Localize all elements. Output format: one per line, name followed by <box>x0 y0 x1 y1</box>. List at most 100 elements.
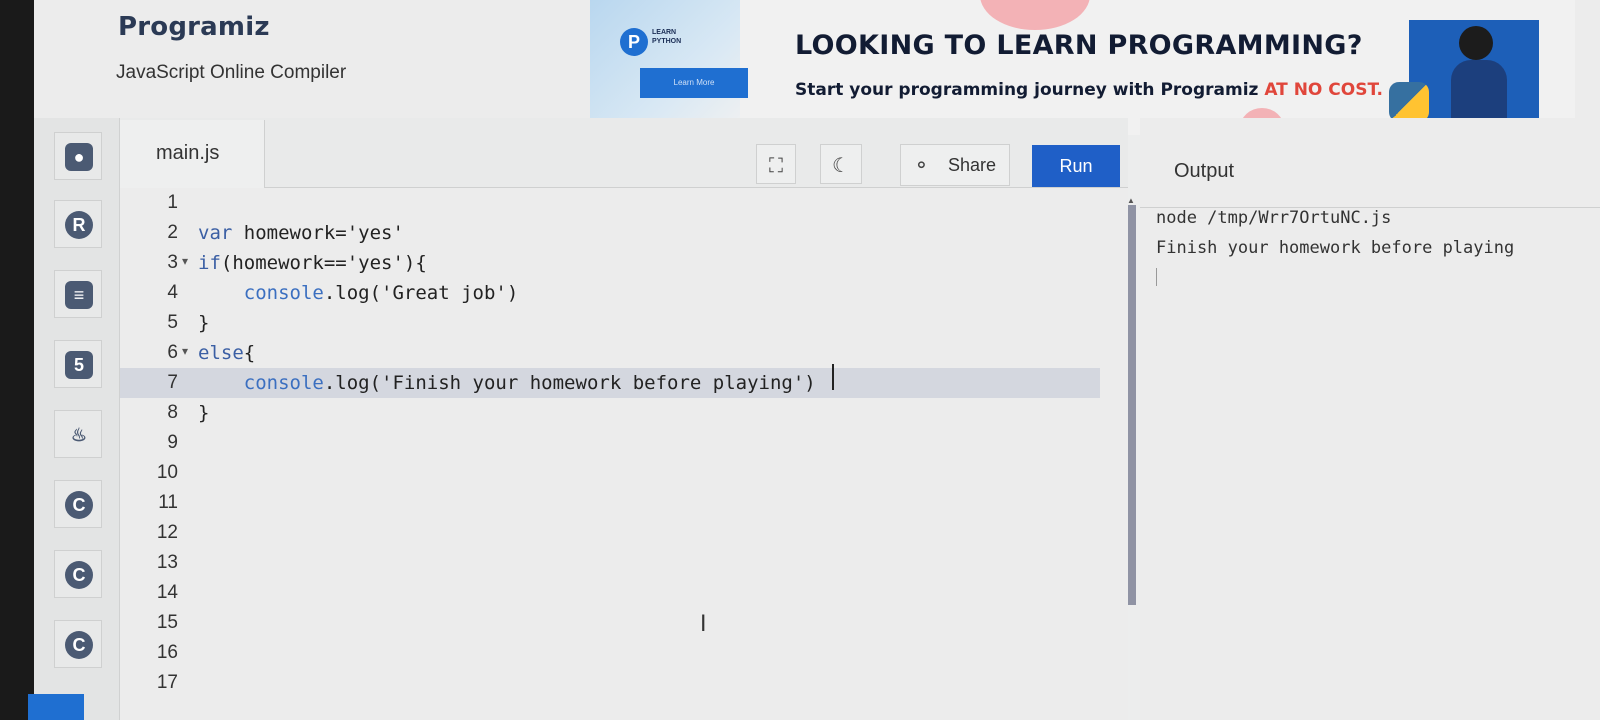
code-line[interactable]: 11 <box>120 488 1120 518</box>
output-caret <box>1156 268 1157 286</box>
text-cursor <box>832 364 834 390</box>
code-identifier: console <box>243 282 324 304</box>
moon-icon: ☾ <box>832 153 850 177</box>
ad-illustration <box>1389 20 1539 132</box>
sidebar-item-sql[interactable]: ≡ <box>54 270 102 318</box>
theme-toggle-button[interactable]: ☾ <box>820 144 862 184</box>
logo-text: Programiz <box>118 12 270 42</box>
ad-subtitle-highlight: AT NO COST. <box>1264 80 1383 100</box>
code-line[interactable]: 13 <box>120 548 1120 578</box>
run-button[interactable]: Run <box>1032 145 1120 187</box>
cpp-icon: C <box>65 561 93 589</box>
line-number: 12 <box>156 522 178 543</box>
line-number: 6 <box>167 342 178 363</box>
sidebar-item-csharp[interactable]: C <box>54 620 102 668</box>
code-line[interactable]: 2 var homework='yes' <box>120 218 1120 248</box>
mouse-ibeam-icon: I <box>700 612 707 637</box>
r-icon: R <box>65 211 93 239</box>
programiz-logo[interactable]: Programiz <box>118 12 270 42</box>
output-header: Output <box>1140 118 1600 208</box>
code-line[interactable]: 15 <box>120 608 1120 638</box>
code-line[interactable]: 6 ▾ else{ <box>120 338 1120 368</box>
sidebar-item-c[interactable]: C <box>54 480 102 528</box>
python-icon: ● <box>65 143 93 171</box>
line-number: 3 <box>167 252 178 273</box>
fullscreen-icon: ⛶ <box>769 153 783 177</box>
python-logo-icon <box>1389 82 1429 122</box>
output-line: node /tmp/Wrr7OrtuNC.js <box>1156 208 1392 228</box>
ad-learn-more-button[interactable]: Learn More <box>640 68 748 98</box>
output-line: Finish your homework before playing <box>1156 238 1515 258</box>
code-identifier: console <box>243 372 324 394</box>
code-line[interactable]: 12 <box>120 518 1120 548</box>
c-icon: C <box>65 491 93 519</box>
line-number: 1 <box>167 192 178 213</box>
share-label: Share <box>948 155 997 175</box>
line-number: 4 <box>167 282 178 303</box>
code-text: } <box>198 312 210 334</box>
code-keyword: if <box>198 252 221 274</box>
code-text: if(homework=='yes'){ <box>198 252 427 274</box>
code-line[interactable]: 1 <box>120 188 1120 218</box>
code-text: else{ <box>198 342 256 364</box>
code-line[interactable]: 3 ▾ if(homework=='yes'){ <box>120 248 1120 278</box>
line-number: 11 <box>158 492 178 513</box>
code-editor[interactable]: 1 2 var homework='yes' 3 ▾ if(homework=='yes'… <box>120 188 1128 720</box>
ad-badge-text: LEARN PYTHON <box>652 29 682 45</box>
fold-arrow-icon[interactable]: ▾ <box>182 254 188 268</box>
code-keyword: var <box>198 222 233 244</box>
person-head-icon <box>1459 26 1493 60</box>
fold-arrow-icon[interactable]: ▾ <box>182 344 188 358</box>
output-console[interactable]: node /tmp/Wrr7OrtuNC.js Finish your homew… <box>1140 208 1600 720</box>
code-text: console.log('Finish your homework before… <box>243 372 816 394</box>
language-sidebar: ● R ≡ 5 ♨ C C C <box>34 118 120 720</box>
code-line[interactable]: 9 <box>120 428 1120 458</box>
sidebar-item-html[interactable]: 5 <box>54 340 102 388</box>
ad-logo-icon: P <box>620 28 648 56</box>
code-line[interactable]: 10 <box>120 458 1120 488</box>
ad-subtitle: Start your programming journey with Prog… <box>795 80 1383 100</box>
line-number: 5 <box>167 312 178 333</box>
sidebar-item-r[interactable]: R <box>54 200 102 248</box>
line-number: 17 <box>156 672 178 693</box>
code-line[interactable]: 5} <box>120 308 1120 338</box>
tab-label: main.js <box>156 142 220 164</box>
ad-banner[interactable]: P LEARN PYTHON Learn More LOOKING TO LEA… <box>590 0 1575 135</box>
code-line[interactable]: 4 console.log('Great job') <box>120 278 1120 308</box>
tab-main-js[interactable]: main.js <box>120 120 265 188</box>
fullscreen-button[interactable]: ⛶ <box>756 144 796 184</box>
code-line[interactable]: 14 <box>120 578 1120 608</box>
line-number: 15 <box>156 612 178 633</box>
csharp-icon: C <box>65 631 93 659</box>
line-number: 16 <box>156 642 178 663</box>
line-number: 13 <box>156 552 178 573</box>
sidebar-item-more[interactable] <box>28 694 84 720</box>
line-number: 2 <box>167 222 178 243</box>
code-line[interactable]: 7 console.log('Finish your homework befo… <box>120 368 1100 398</box>
code-text: console.log('Great job') <box>243 282 519 304</box>
code-keyword: else <box>198 342 244 364</box>
code-line[interactable]: 17 <box>120 668 1120 698</box>
line-number: 9 <box>167 432 178 453</box>
sidebar-item-java[interactable]: ♨ <box>54 410 102 458</box>
ad-subtitle-main: Start your programming journey with Prog… <box>795 80 1265 100</box>
database-icon: ≡ <box>65 281 93 309</box>
editor-scrollbar[interactable] <box>1128 205 1136 605</box>
scroll-up-icon[interactable]: ▲ <box>1127 196 1135 205</box>
line-number: 10 <box>156 462 178 483</box>
ad-decoration <box>980 0 1090 30</box>
line-number: 8 <box>167 402 178 423</box>
share-icon: ⚬ <box>913 153 930 177</box>
code-text: var homework='yes' <box>198 222 404 244</box>
share-button[interactable]: ⚬ Share <box>900 144 1010 186</box>
java-icon: ♨ <box>70 425 88 445</box>
code-text: } <box>198 402 210 424</box>
ad-title: LOOKING TO LEARN PROGRAMMING? <box>795 30 1363 61</box>
sidebar-item-cpp[interactable]: C <box>54 550 102 598</box>
output-title: Output <box>1174 160 1235 182</box>
code-line[interactable]: 8} <box>120 398 1120 428</box>
editor-toolbar: main.js ⛶ ☾ ⚬ Share Run <box>120 118 1128 188</box>
code-line[interactable]: 16 <box>120 638 1120 668</box>
sidebar-item-python[interactable]: ● <box>54 132 102 180</box>
line-number: 14 <box>156 582 178 603</box>
